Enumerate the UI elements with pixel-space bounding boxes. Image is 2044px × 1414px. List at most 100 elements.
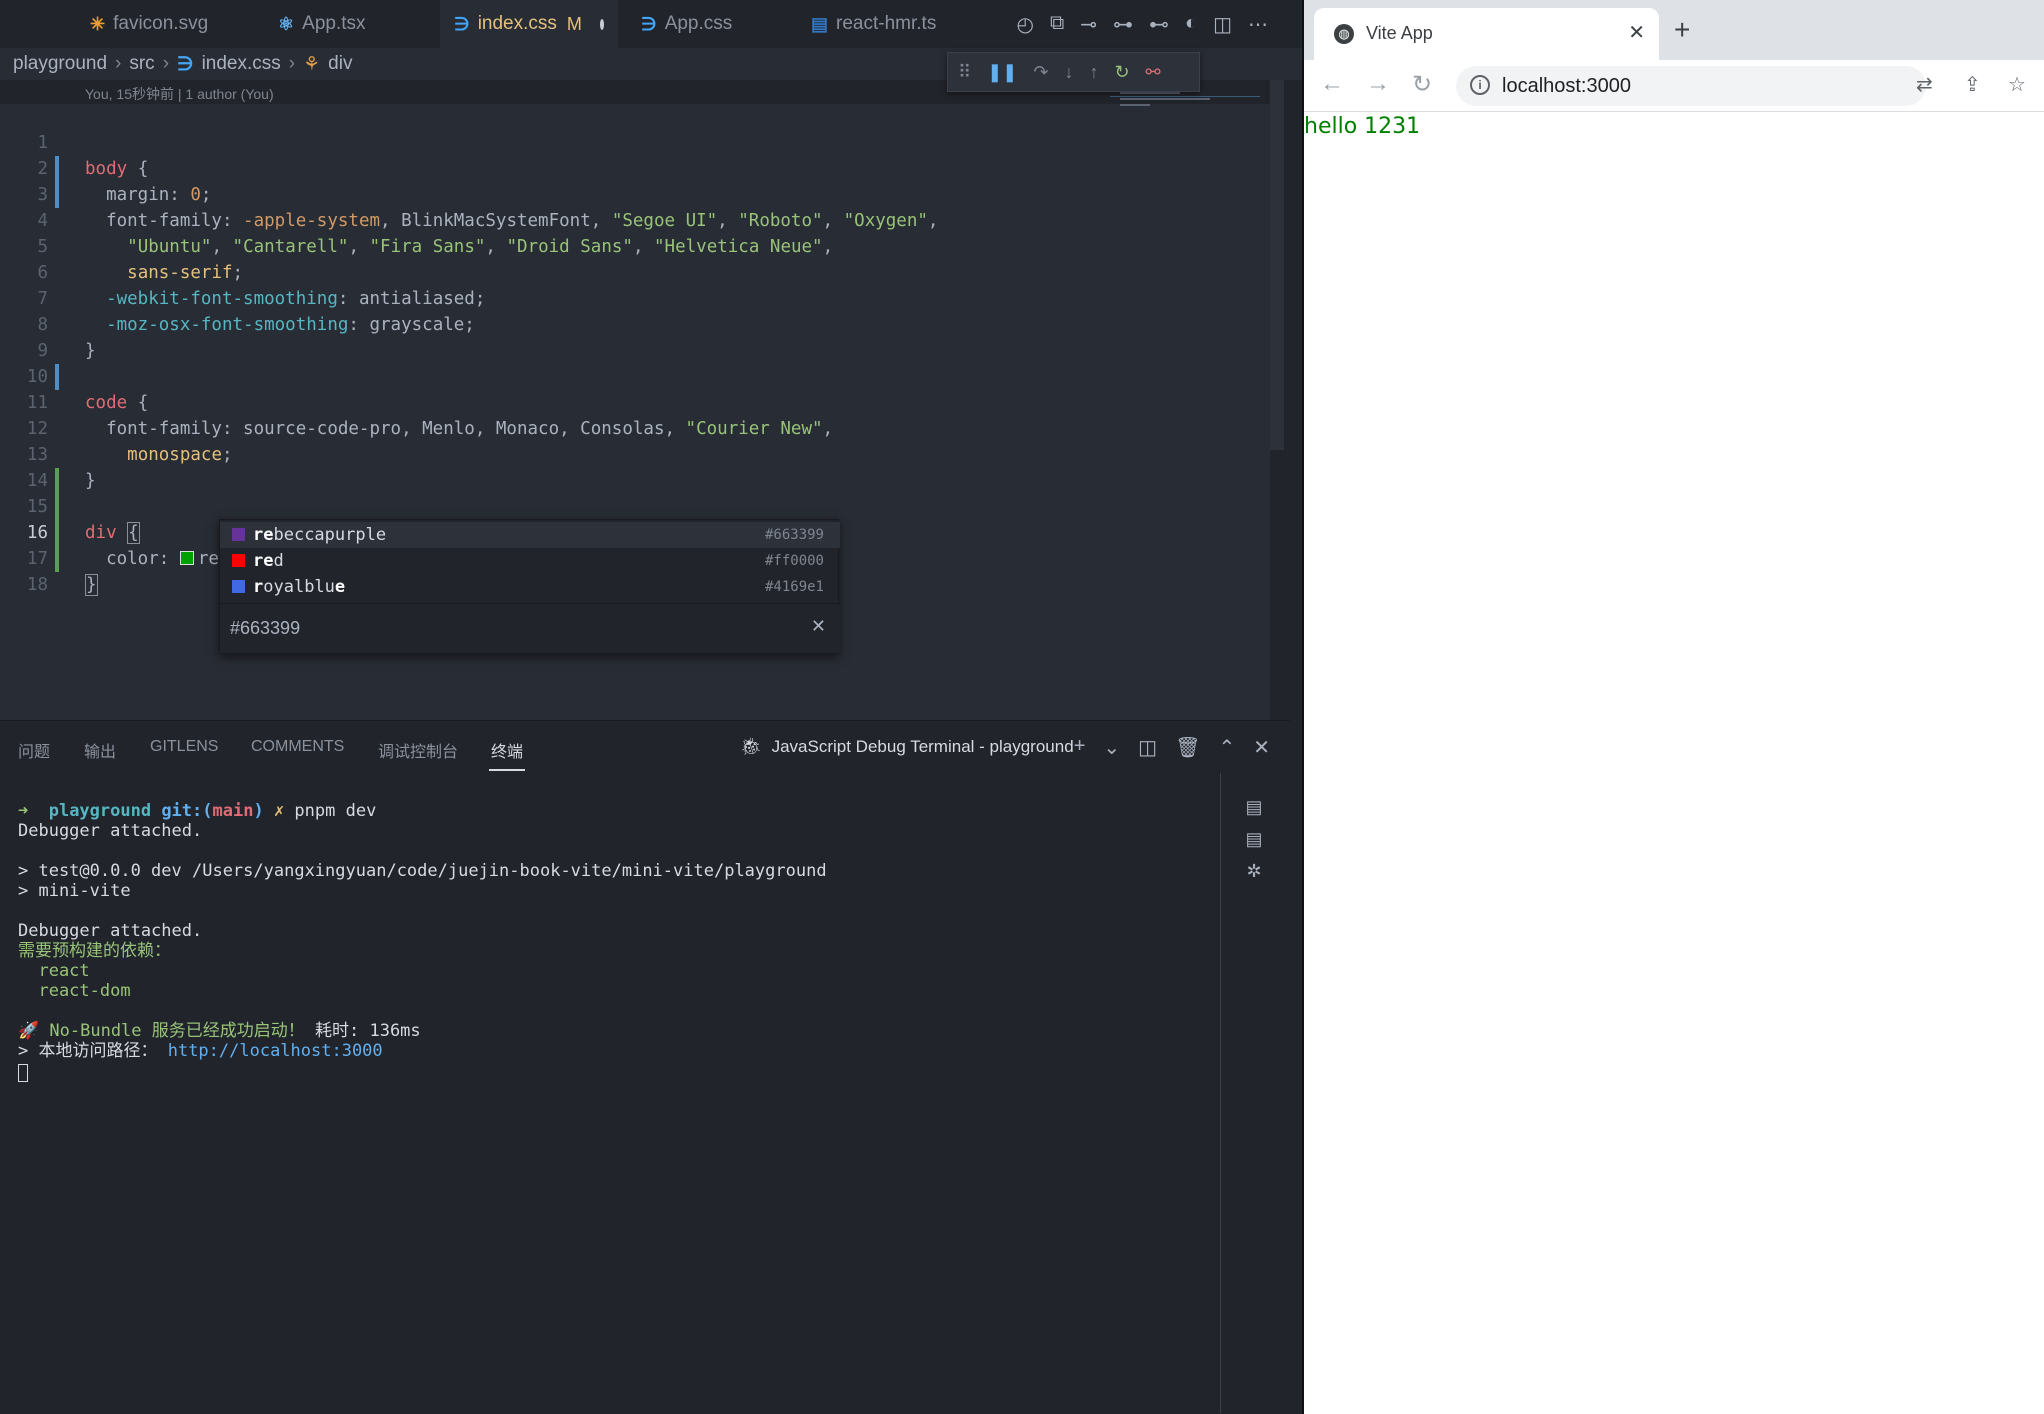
chevron-down-icon[interactable]: ⌄ — [1103, 735, 1120, 760]
breadcrumb-item[interactable]: index.css — [202, 53, 281, 75]
new-tab-icon[interactable]: + — [1674, 14, 1690, 46]
terminal-instance-icon[interactable]: ▤ — [1243, 829, 1265, 851]
browser-tab[interactable]: ◍ Vite App ✕ — [1314, 8, 1659, 60]
reload-icon[interactable]: ↻ — [1412, 70, 1432, 99]
info-icon[interactable]: i — [1470, 75, 1490, 95]
code-line: 5 sans-serif; — [0, 208, 1260, 283]
bug-icon[interactable]: ✲ — [1243, 861, 1265, 883]
svg-star-icon: ✳ — [90, 13, 106, 34]
vscode-window: ✳ favicon.svg ⚛ App.tsx ∋ index.css M ∋ … — [0, 0, 1302, 1414]
tab-output[interactable]: 输出 — [84, 738, 116, 762]
disconnect-icon[interactable]: ⚯ — [1146, 62, 1161, 83]
bookmark-star-icon[interactable]: ☆ — [2008, 72, 2026, 97]
timeline-icon[interactable]: ◴ — [1017, 12, 1034, 37]
chevron-right-icon: › — [288, 53, 296, 74]
tab-terminal[interactable]: 终端 — [488, 738, 526, 771]
terminal-output[interactable]: ➜ playground git:(main) ✗ pnpm dev Debug… — [0, 791, 1220, 1411]
drag-handle-icon[interactable]: ⠿ — [958, 62, 971, 83]
tab-label: index.css — [477, 13, 557, 34]
editor-actions: ◴ ⧉ ⊸ ⊶ ⊷ ◐ ◫ ⋯ — [1017, 12, 1269, 37]
tab-debug-console[interactable]: 调试控制台 — [378, 738, 458, 762]
suggestion-label: beccapurple — [273, 525, 387, 545]
suggestion-item[interactable]: royalblue #4169e1 — [220, 574, 840, 600]
gitlens-icon[interactable]: ◐ — [1185, 12, 1197, 37]
tab-index-css[interactable]: ∋ index.css M — [440, 0, 618, 48]
terminal-line: Debugger attached. — [18, 821, 203, 841]
terminal-text: 耗时: 136ms — [304, 1021, 421, 1041]
tab-label: favicon.svg — [113, 13, 209, 34]
maximize-panel-icon[interactable]: ⌃ — [1218, 735, 1235, 760]
split-editor-icon[interactable]: ◫ — [1213, 12, 1232, 37]
symbol-icon: ⚘ — [303, 53, 321, 75]
tab-favicon-svg[interactable]: ✳ favicon.svg — [76, 0, 222, 48]
command: pnpm dev — [284, 801, 377, 821]
autocomplete-suggest-widget: rebeccapurple #663399 red #ff0000 royalb… — [219, 519, 840, 654]
step-over-icon[interactable]: ↷ — [1033, 62, 1048, 83]
tab-problems[interactable]: 问题 — [18, 738, 50, 762]
code-line: 9 — [0, 312, 1260, 361]
git-next-icon[interactable]: ⊷ — [1149, 12, 1169, 37]
tab-app-css[interactable]: ∋ App.css — [627, 0, 746, 48]
restart-icon[interactable]: ↻ — [1114, 62, 1129, 83]
breadcrumb-item[interactable]: src — [129, 53, 154, 75]
close-panel-icon[interactable]: ✕ — [1253, 735, 1270, 760]
terminal-selector[interactable]: 🐞︎ JavaScript Debug Terminal - playgroun… — [740, 737, 1074, 757]
code-line: 1 body { — [0, 104, 1260, 179]
trash-icon[interactable]: 🗑︎ — [1175, 735, 1200, 760]
suggestion-label: oyalblu — [263, 577, 335, 597]
code-line: 8 } — [0, 286, 1260, 361]
browser-toolbar: ← → ↻ i localhost:3000 ⇄ ⇪ ☆ — [1304, 60, 2044, 112]
suggestion-item[interactable]: rebeccapurple #663399 — [220, 522, 840, 548]
breadcrumb-item[interactable]: div — [328, 53, 352, 75]
tab-gitlens[interactable]: GITLENS — [150, 738, 218, 756]
panel-actions: + ⌄ ◫ 🗑︎ ⌃ ✕ — [1074, 735, 1270, 760]
unsaved-dot-icon[interactable] — [599, 18, 604, 30]
terminal-instance-icon[interactable]: ▤ — [1243, 797, 1265, 819]
terminal-line — [18, 1063, 28, 1083]
editor-scrollbar[interactable] — [1270, 80, 1284, 450]
code-line: 10 code { — [0, 338, 1260, 413]
code-line: 13 } — [0, 416, 1260, 491]
terminal-line: Debugger attached. — [18, 921, 203, 941]
code-line-current: 16 color: re; — [0, 494, 1260, 569]
pause-icon[interactable]: ❚❚ — [987, 62, 1017, 83]
step-into-icon[interactable]: ↓ — [1064, 62, 1073, 83]
tab-comments[interactable]: COMMENTS — [251, 738, 344, 756]
tab-label: App.css — [664, 13, 733, 34]
more-actions-icon[interactable]: ⋯ — [1248, 12, 1268, 37]
prompt-arrow: ➜ — [18, 801, 39, 821]
split-terminal-icon[interactable]: ◫ — [1138, 735, 1157, 760]
tab-react-hmr-ts[interactable]: ▤ react-hmr.ts — [797, 0, 950, 48]
forward-icon[interactable]: → — [1366, 70, 1390, 98]
globe-icon: ◍ — [1334, 24, 1354, 44]
prompt-branch: main — [212, 801, 254, 821]
compare-icon[interactable]: ⧉ — [1050, 12, 1064, 37]
terminal-text: > 本地访问路径： — [18, 1041, 168, 1061]
add-terminal-icon[interactable]: + — [1074, 735, 1086, 760]
translate-icon[interactable]: ⇄ — [1916, 72, 1933, 97]
breadcrumb-item[interactable]: playground — [13, 53, 107, 75]
git-prev-icon[interactable]: ⊶ — [1113, 12, 1133, 37]
share-icon[interactable]: ⇪ — [1964, 72, 1981, 97]
code-line: 7 -moz-osx-font-smoothing: grayscale; — [0, 260, 1260, 335]
prompt-git: ) — [253, 801, 264, 821]
color-swatch-icon — [232, 580, 245, 593]
step-out-icon[interactable]: ↑ — [1089, 62, 1098, 83]
back-icon[interactable]: ← — [1320, 70, 1344, 98]
suggestion-item[interactable]: red #ff0000 — [220, 548, 840, 574]
code-line: 14 — [0, 442, 1260, 491]
code-line: 4 "Ubuntu", "Cantarell", "Fira Sans", "D… — [0, 182, 1260, 257]
git-blame-codelens[interactable]: You, 15秒钟前 | 1 author (You) — [85, 84, 274, 104]
bug-icon: 🐞︎ — [740, 737, 762, 756]
ts-icon: ▤ — [811, 13, 829, 34]
terminal-link[interactable]: http://localhost:3000 — [168, 1041, 383, 1061]
tab-label: react-hmr.ts — [836, 13, 937, 34]
browser-tab-strip: ◍ Vite App ✕ + — [1304, 0, 2044, 60]
address-bar[interactable]: i localhost:3000 — [1456, 66, 1926, 106]
rocket-icon: 🚀 — [18, 1021, 50, 1041]
close-icon[interactable]: ✕ — [811, 616, 826, 637]
code-line: 11 font-family: source-code-pro, Menlo, … — [0, 364, 1260, 439]
close-icon[interactable]: ✕ — [1628, 20, 1645, 45]
tab-app-tsx[interactable]: ⚛ App.tsx — [264, 0, 380, 48]
git-commit-icon[interactable]: ⊸ — [1080, 12, 1097, 37]
